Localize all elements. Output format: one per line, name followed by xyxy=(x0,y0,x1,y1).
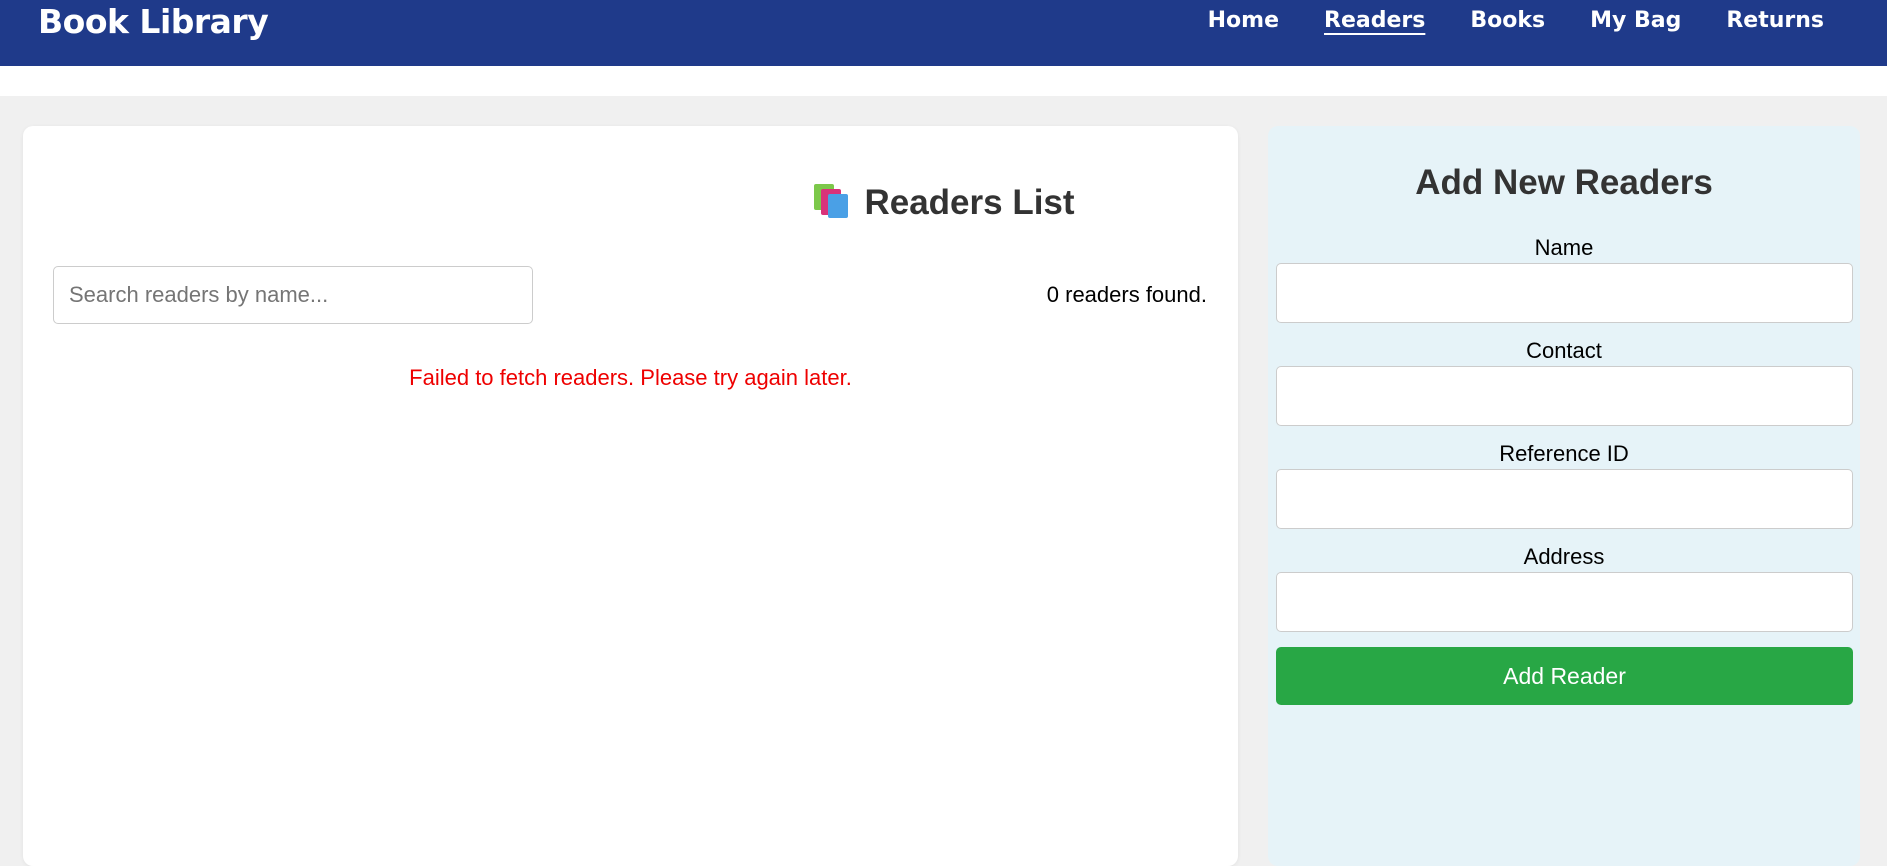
name-label: Name xyxy=(1534,235,1594,260)
readers-list-panel xyxy=(23,126,1238,866)
contact-field[interactable] xyxy=(1276,366,1853,426)
add-reader-button[interactable]: Add Reader xyxy=(1276,647,1853,705)
search-readers-input[interactable] xyxy=(53,266,533,324)
nav-link-readers[interactable]: Readers xyxy=(1324,8,1425,33)
add-reader-title: Add New Readers xyxy=(1415,163,1713,202)
readers-count: 0 readers found. xyxy=(1046,282,1207,307)
readers-list-title-text: Readers List xyxy=(864,183,1075,222)
reference-id-label: Reference ID xyxy=(1499,441,1629,466)
nav-link-my-bag[interactable]: My Bag xyxy=(1590,8,1681,33)
header-spacer xyxy=(0,66,1887,96)
contact-label: Contact xyxy=(1526,338,1602,363)
books-icon xyxy=(812,182,850,218)
nav-link-returns[interactable]: Returns xyxy=(1726,8,1824,33)
fetch-error-message: Failed to fetch readers. Please try agai… xyxy=(409,365,852,390)
top-navbar: Book Library Home Readers Books My Bag R… xyxy=(0,0,1887,66)
nav-link-books[interactable]: Books xyxy=(1470,8,1545,33)
address-field[interactable] xyxy=(1276,572,1853,632)
reference-id-field[interactable] xyxy=(1276,469,1853,529)
name-field[interactable] xyxy=(1276,263,1853,323)
nav-links: Home Readers Books My Bag Returns xyxy=(1163,0,1824,40)
nav-link-home[interactable]: Home xyxy=(1208,8,1279,33)
address-label: Address xyxy=(1523,544,1605,569)
brand-logo[interactable]: Book Library xyxy=(38,2,269,42)
